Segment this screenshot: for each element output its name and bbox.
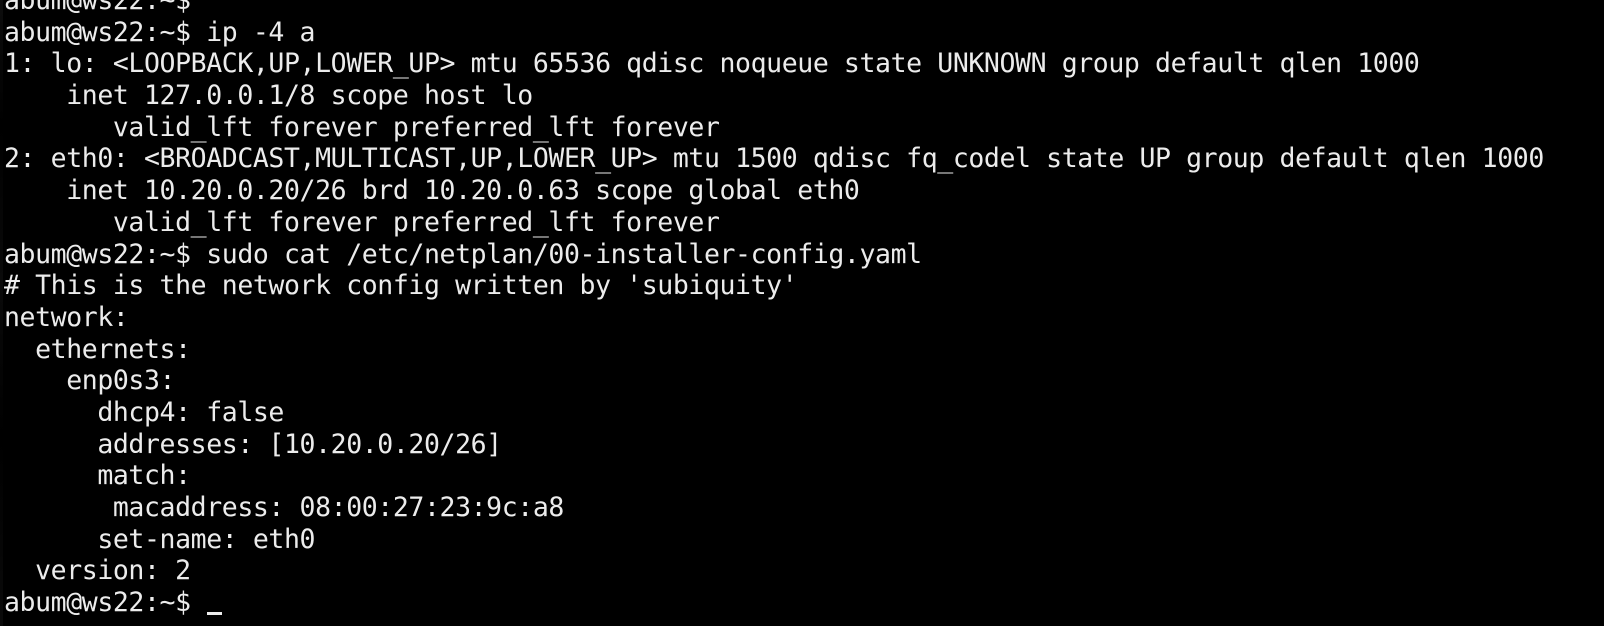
- output-line: valid_lft forever preferred_lft forever: [4, 206, 720, 238]
- terminal-window[interactable]: abum@ws22:~$ abum@ws22:~$ ip -4 a 1: lo:…: [0, 0, 1604, 626]
- output-line: enp0s3:: [4, 365, 176, 397]
- output-line: network:: [4, 301, 129, 333]
- output-line: version: 2: [4, 555, 191, 587]
- active-prompt-line[interactable]: abum@ws22:~$: [4, 587, 1544, 619]
- command-line: abum@ws22:~$ sudo cat /etc/netplan/00-in…: [4, 238, 922, 270]
- output-line: valid_lft forever preferred_lft forever: [4, 111, 720, 143]
- output-line: ethernets:: [4, 333, 191, 365]
- output-line: inet 10.20.0.20/26 brd 10.20.0.63 scope …: [4, 175, 860, 207]
- output-line: match:: [4, 460, 191, 492]
- screen-edge: [0, 0, 3, 626]
- output-line: set-name: eth0: [4, 523, 316, 555]
- text-cursor: [207, 612, 223, 616]
- output-line: macaddress: 08:00:27:23:9c:a8: [4, 492, 564, 523]
- output-line: addresses: [10.20.0.20/26]: [4, 428, 502, 460]
- output-line: inet 127.0.0.1/8 scope host lo: [4, 80, 533, 112]
- output-line: 2: eth0: <BROADCAST,MULTICAST,UP,LOWER_U…: [4, 143, 1544, 175]
- output-line: 1: lo: <LOOPBACK,UP,LOWER_UP> mtu 65536 …: [4, 48, 1420, 80]
- output-line: abum@ws22:~$: [4, 0, 207, 16]
- command-line: abum@ws22:~$ ip -4 a: [4, 16, 316, 48]
- shell-prompt: abum@ws22:~$: [4, 587, 207, 619]
- terminal-output: abum@ws22:~$ abum@ws22:~$ ip -4 a 1: lo:…: [4, 0, 1544, 619]
- output-line: # This is the network config written by …: [4, 270, 798, 302]
- output-line: dhcp4: false: [4, 396, 284, 428]
